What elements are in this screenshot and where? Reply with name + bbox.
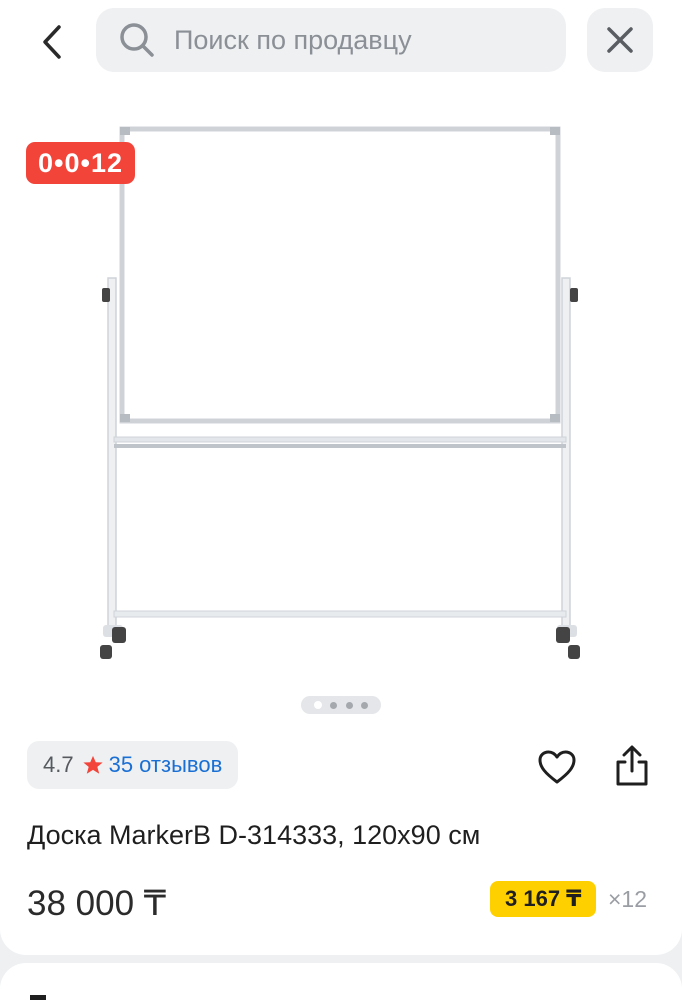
share-icon [616, 745, 648, 786]
gallery-indicator [301, 696, 381, 714]
close-icon [607, 27, 633, 53]
search-input[interactable] [174, 24, 534, 56]
installment-months: ×12 [608, 886, 648, 912]
section-heading-fragment [30, 995, 46, 1000]
share-button[interactable] [610, 743, 654, 789]
search-icon [118, 21, 156, 59]
product-title: Доска MarkerB D-314333, 120x90 см [27, 820, 481, 850]
back-button[interactable] [28, 18, 76, 66]
gallery-dot[interactable] [345, 701, 353, 709]
search-bar[interactable] [96, 8, 566, 72]
gallery-dot[interactable] [330, 701, 338, 709]
chevron-left-icon [43, 25, 61, 59]
installment-price-badge[interactable]: 3 167 ₸ [490, 881, 597, 917]
close-button[interactable] [587, 8, 653, 72]
gallery-dot[interactable] [361, 701, 369, 709]
product-price: 38 000 ₸ [27, 884, 167, 923]
next-section-card [0, 963, 682, 1000]
heart-icon [538, 750, 576, 784]
product-image[interactable] [90, 120, 590, 665]
product-card: 0•0•12 4.7 35 отзывов Доска MarkerB D-31… [0, 0, 682, 955]
installment-promo-badge: 0•0•12 [26, 142, 135, 184]
reviews-link[interactable]: 35 отзывов [109, 752, 223, 778]
rating-value: 4.7 [43, 752, 74, 777]
gallery-dot[interactable] [313, 701, 322, 709]
star-icon [82, 754, 104, 776]
favorite-button[interactable] [535, 745, 579, 789]
rating-chip[interactable]: 4.7 35 отзывов [27, 741, 239, 789]
